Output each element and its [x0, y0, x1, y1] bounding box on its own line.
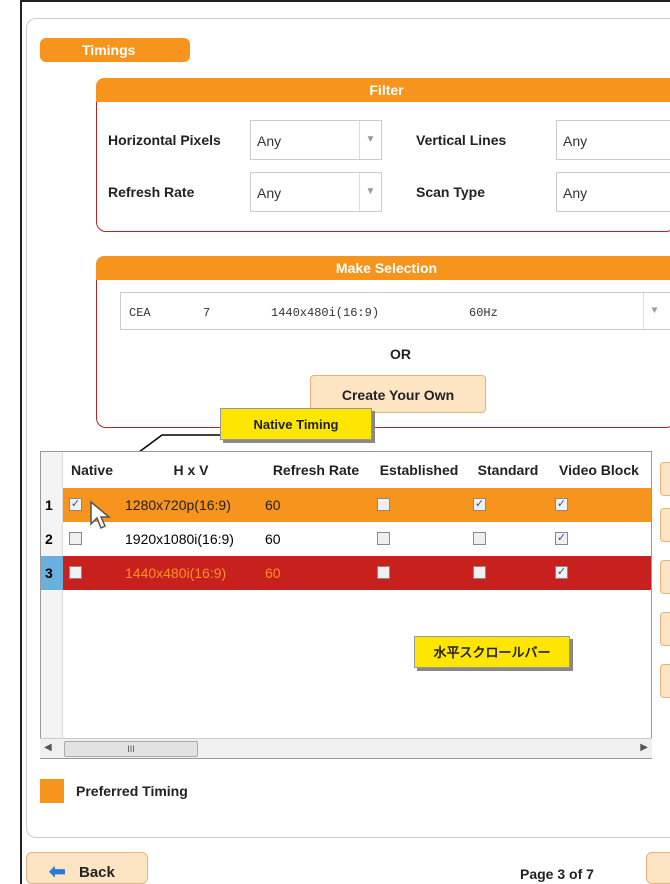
- back-label: Back: [79, 864, 115, 881]
- side-button[interactable]: [660, 560, 670, 594]
- back-arrow-icon: ⬅: [49, 861, 66, 883]
- back-button[interactable]: ⬅ Back: [26, 852, 148, 884]
- page-indicator: Page 3 of 7: [520, 866, 594, 882]
- horizontal-scrollbar[interactable]: ◀ III ▶: [40, 738, 652, 758]
- side-button[interactable]: [660, 612, 670, 646]
- table-row[interactable]: 3 1440x480i(16:9) 60 ✓: [41, 556, 651, 590]
- established-cell: [371, 488, 467, 522]
- preferred-timing-swatch: [40, 779, 64, 803]
- standard-cell: ✓: [467, 488, 549, 522]
- col-standard[interactable]: Standard: [467, 452, 549, 488]
- scrollbar-thumb[interactable]: III: [64, 741, 198, 757]
- video-block-checkbox[interactable]: ✓: [555, 532, 568, 545]
- established-checkbox[interactable]: [377, 532, 390, 545]
- row-number: 3: [41, 556, 63, 590]
- preferred-timing-label: Preferred Timing: [76, 783, 188, 799]
- standard-checkbox[interactable]: ✓: [473, 498, 486, 511]
- refresh-cell: 60: [261, 556, 371, 590]
- side-button[interactable]: [660, 664, 670, 698]
- native-checkbox[interactable]: [69, 566, 82, 579]
- established-cell: [371, 522, 467, 556]
- col-hxv[interactable]: H x V: [121, 452, 261, 488]
- native-checkbox[interactable]: ✓: [69, 498, 82, 511]
- video-block-cell: ✓: [549, 522, 651, 556]
- scroll-left-arrow-icon[interactable]: ◀: [44, 742, 52, 753]
- table-row[interactable]: 2 1920x1080i(16:9) 60 ✓: [41, 522, 651, 556]
- video-block-checkbox[interactable]: ✓: [555, 498, 568, 511]
- standard-cell: [467, 522, 549, 556]
- native-cell: [63, 556, 121, 590]
- col-native[interactable]: Native: [63, 452, 121, 488]
- timings-table: Native H x V Refresh Rate Established St…: [40, 451, 652, 759]
- video-block-checkbox[interactable]: ✓: [555, 566, 568, 579]
- refresh-cell: 60: [265, 531, 281, 547]
- scroll-right-arrow-icon[interactable]: ▶: [640, 742, 648, 753]
- video-block-cell: ✓: [549, 488, 651, 522]
- hxv-cell: 1440x480i(16:9): [121, 556, 261, 590]
- table-row[interactable]: 1 ✓ 1280x720p(16:9) 60 ✓ ✓: [41, 488, 651, 522]
- refresh-cell: 60: [261, 488, 371, 522]
- next-button-edge[interactable]: [646, 852, 670, 884]
- hxv-cell: 1920x1080i(16:9): [125, 531, 234, 547]
- scrollbar-callout: 水平スクロールバー: [414, 636, 570, 668]
- row-number: 1: [45, 497, 53, 513]
- established-cell: [371, 556, 467, 590]
- hxv-cell: 1280x720p(16:9): [121, 488, 261, 522]
- row-number: 2: [45, 531, 53, 547]
- side-button[interactable]: [660, 462, 670, 496]
- scrollbar-grip: III: [127, 744, 135, 754]
- mouse-cursor-icon: [90, 500, 111, 530]
- standard-checkbox[interactable]: [473, 566, 486, 579]
- side-button[interactable]: [660, 508, 670, 542]
- established-checkbox[interactable]: [377, 566, 390, 579]
- col-established[interactable]: Established: [371, 452, 467, 488]
- established-checkbox[interactable]: [377, 498, 390, 511]
- col-refresh-rate[interactable]: Refresh Rate: [261, 452, 371, 488]
- standard-checkbox[interactable]: [473, 532, 486, 545]
- standard-cell: [467, 556, 549, 590]
- col-video-block[interactable]: Video Block: [549, 452, 649, 488]
- video-block-cell: ✓: [549, 556, 651, 590]
- native-checkbox[interactable]: [69, 532, 82, 545]
